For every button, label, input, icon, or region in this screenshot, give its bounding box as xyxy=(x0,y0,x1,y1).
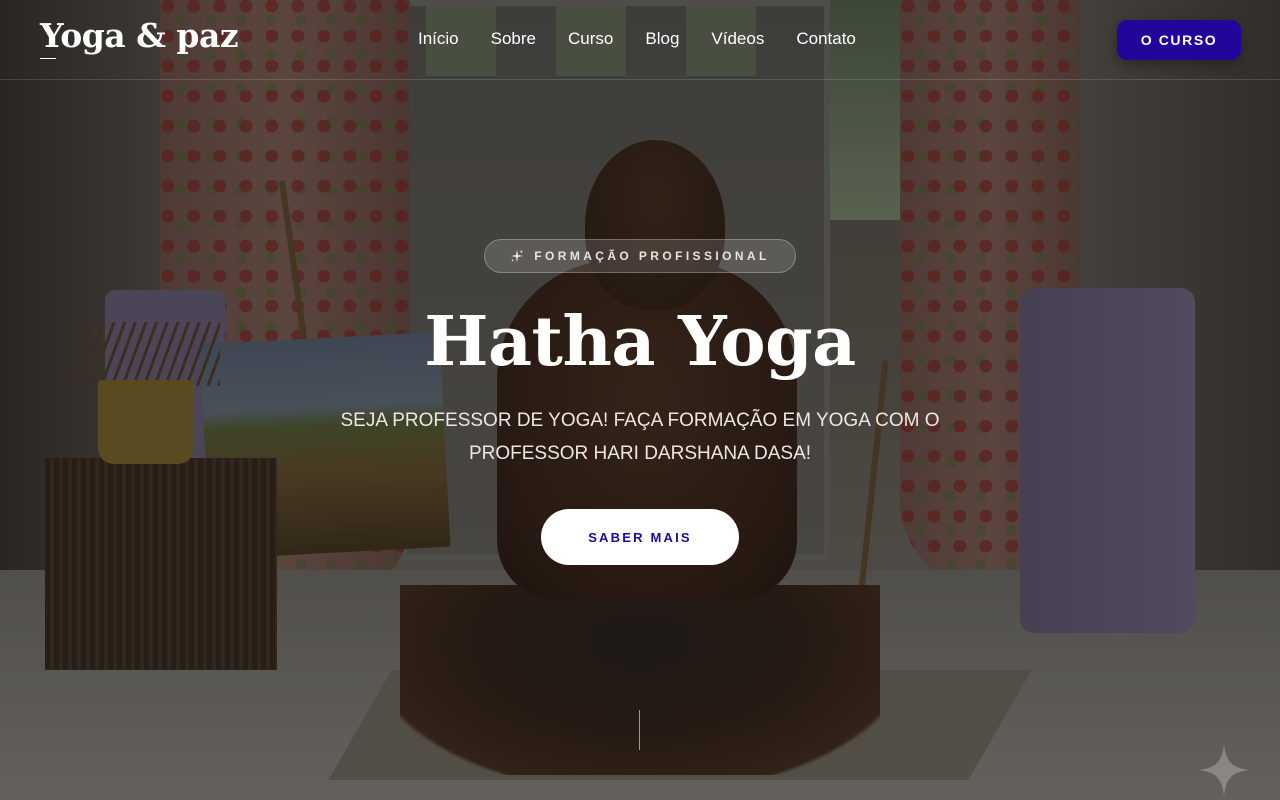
sparkle-icon xyxy=(511,249,524,263)
nav-item-videos[interactable]: Vídeos xyxy=(711,29,764,49)
hero-background-photo xyxy=(0,0,1280,800)
nav-item-blog[interactable]: Blog xyxy=(645,29,679,49)
dark-overlay xyxy=(0,0,1280,800)
nav-item-sobre[interactable]: Sobre xyxy=(491,29,536,49)
learn-more-button[interactable]: SABER MAIS xyxy=(541,509,739,565)
site-header: Yoga & paz Início Sobre Curso Blog Vídeo… xyxy=(0,0,1280,80)
hero-subtitle: SEJA PROFESSOR DE YOGA! FAÇA FORMAÇÃO EM… xyxy=(340,410,940,464)
nav-item-contato[interactable]: Contato xyxy=(796,29,856,49)
site-logo[interactable]: Yoga & paz xyxy=(40,16,239,55)
hero-title: Hatha Yoga xyxy=(424,302,856,382)
hero-badge: FORMAÇÃO PROFISSIONAL xyxy=(484,239,796,273)
course-button[interactable]: O CURSO xyxy=(1117,20,1241,60)
scroll-indicator xyxy=(639,710,640,750)
hero-badge-label: FORMAÇÃO PROFISSIONAL xyxy=(534,249,770,263)
logo-underline xyxy=(40,58,56,59)
main-nav: Início Sobre Curso Blog Vídeos Contato xyxy=(418,29,856,49)
sparkle-icon xyxy=(1198,744,1250,796)
nav-item-curso[interactable]: Curso xyxy=(568,29,613,49)
nav-item-inicio[interactable]: Início xyxy=(418,29,459,49)
